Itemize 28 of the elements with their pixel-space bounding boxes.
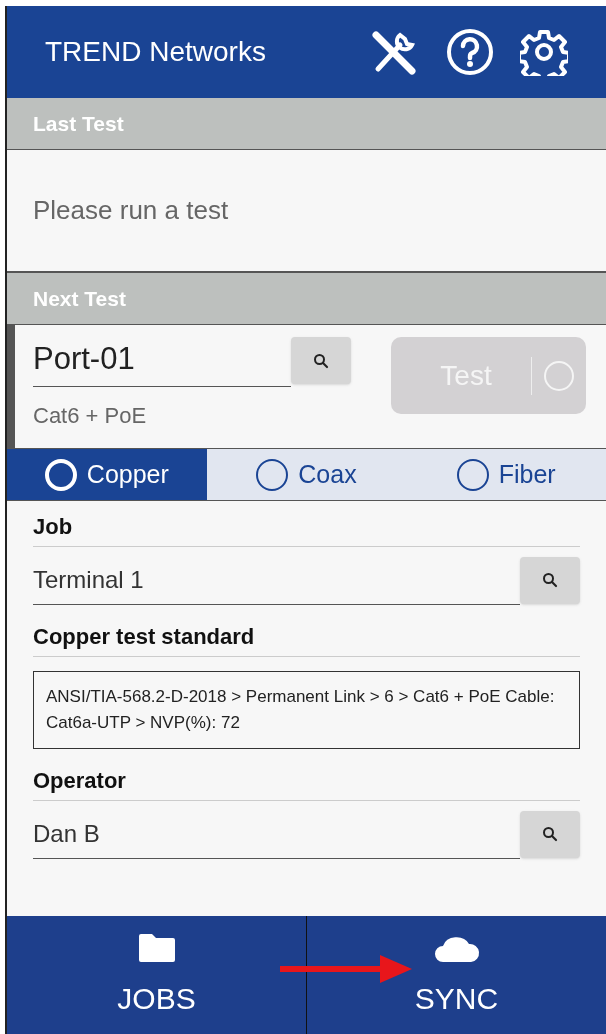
input-field[interactable]: Terminal 1 [33, 555, 520, 605]
media-tab[interactable]: Fiber [406, 449, 606, 500]
arrow-icon [280, 955, 412, 983]
search-button[interactable] [291, 337, 351, 384]
radio-icon [456, 458, 489, 491]
radio-icon [44, 458, 77, 491]
radio-icon [256, 458, 289, 491]
field-label: Job [33, 509, 580, 547]
folder-icon [136, 931, 177, 964]
search-icon [542, 826, 558, 842]
settings-icon[interactable] [520, 28, 568, 76]
field-label: Operator [33, 763, 580, 801]
media-tab[interactable]: Copper [7, 449, 207, 500]
section-title: Last Test [33, 110, 124, 137]
input-field[interactable]: Dan B [33, 809, 520, 859]
search-icon [313, 352, 329, 369]
search-icon [542, 572, 558, 588]
nav-item[interactable]: JOBS [7, 916, 306, 1034]
standard-box: ANSI/TIA-568.2-D-2018 > Permanent Link > 6 > Cat6 + PoE Cable: Cat6a-UTP > NVP(%): 72 [33, 671, 580, 749]
section-title: Next Test [33, 285, 126, 312]
app-title: TREND Networks [45, 35, 267, 69]
cable-type: Cat6 + PoE [33, 402, 148, 430]
search-button[interactable] [520, 810, 580, 858]
search-button[interactable] [520, 556, 580, 604]
help-icon[interactable] [446, 28, 494, 76]
status-message: Please run a test [33, 194, 229, 227]
media-tab[interactable]: Coax [206, 449, 407, 500]
field-label: Copper test standard [33, 619, 580, 657]
